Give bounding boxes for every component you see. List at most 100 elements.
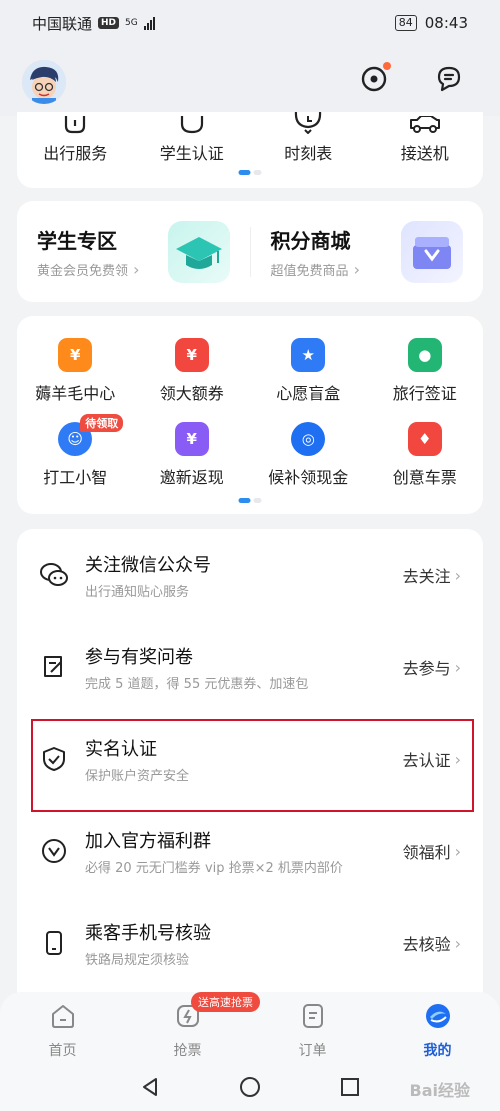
passport-icon: ● — [407, 338, 442, 372]
tab-orders[interactable]: 订单 — [250, 992, 375, 1062]
service-student-verify[interactable]: 学生认证 — [134, 112, 251, 164]
home-icon — [51, 1005, 74, 1028]
item-title: 乘客手机号核验 — [85, 922, 211, 944]
chevron-right-icon: › — [454, 565, 461, 585]
list-item-phone-verify[interactable]: 乘客手机号核验 铁路局规定须核验 去核验 › — [17, 897, 483, 989]
bottom-tab-bar: 首页 送高速抢票 抢票 订单 我的 — [0, 992, 500, 1062]
robot-icon: ☺ 待领取 — [58, 414, 124, 456]
promo-student-zone[interactable]: 学生专区 黄金会员免费领 › — [17, 201, 250, 302]
bag-icon — [65, 116, 86, 134]
benefit-label: 候补领现金 — [268, 468, 349, 487]
promo-card: 学生专区 黄金会员免费领 › 积分商城 超值免费商品 › — [17, 201, 483, 302]
survey-icon — [39, 652, 69, 682]
benefit-label: 打工小智 — [43, 468, 108, 487]
item-action[interactable]: 领福利 — [403, 839, 451, 863]
hd-indicator: HD — [98, 17, 120, 29]
benefit-item[interactable]: ¥ 薅羊毛中心 — [17, 338, 134, 404]
benefit-item[interactable]: ☺ 待领取 打工小智 — [17, 414, 134, 488]
graduation-icon — [180, 116, 203, 134]
item-subtitle: 出行通知贴心服务 — [85, 584, 190, 600]
train-icon: ◎ — [291, 422, 326, 456]
benefit-item[interactable]: ♦ 创意车票 — [367, 422, 484, 488]
notification-dot — [383, 62, 391, 70]
service-label: 接送机 — [400, 144, 449, 163]
service-label: 时刻表 — [284, 144, 333, 163]
benefit-item[interactable]: ● 旅行签证 — [367, 338, 484, 404]
item-subtitle: 铁路局规定须核验 — [85, 952, 190, 968]
scan-settings-icon[interactable] — [359, 62, 391, 94]
benefit-label: 领大额券 — [159, 384, 224, 403]
service-airport-transfer[interactable]: 接送机 — [367, 112, 484, 164]
benefit-label: 薅羊毛中心 — [35, 384, 116, 403]
clock-icon — [295, 112, 322, 134]
highlight-box — [31, 719, 474, 812]
service-shortcuts-card: 出行服务 学生认证 时刻表 接送机 — [17, 112, 483, 188]
benefit-item[interactable]: ¥ 邀新返现 — [134, 422, 251, 488]
item-action[interactable]: 去关注 — [403, 563, 451, 587]
benefit-label: 创意车票 — [392, 468, 457, 487]
benefit-label: 旅行签证 — [392, 384, 457, 403]
avatar[interactable] — [22, 60, 66, 104]
graduation-cap-image — [167, 220, 230, 283]
promo-title: 学生专区 — [37, 228, 117, 253]
promo-title: 积分商城 — [270, 228, 351, 253]
service-label: 学生认证 — [159, 144, 224, 163]
promo-subtitle: 超值免费商品 — [270, 263, 349, 279]
list-item-survey[interactable]: 参与有奖问卷完成 5 道题，得 55 元优惠券、加速包 去参与 › — [17, 621, 483, 713]
coupon-icon: ¥ — [174, 338, 209, 372]
tab-label: 抢票 — [173, 1043, 202, 1059]
network-type: 5G — [125, 17, 138, 28]
item-subtitle: 完成 5 道题，得 55 元优惠券、加速包 — [85, 676, 309, 692]
item-title: 关注微信公众号 — [85, 554, 211, 576]
home-button-icon[interactable] — [239, 1076, 261, 1098]
profile-header — [0, 46, 500, 116]
chevron-right-icon: › — [128, 259, 140, 279]
service-travel[interactable]: 出行服务 — [17, 112, 134, 164]
service-label: 出行服务 — [43, 144, 108, 163]
promo-points-mall[interactable]: 积分商城 超值免费商品 › — [251, 201, 484, 302]
item-title: 加入官方福利群 — [85, 830, 211, 852]
box-icon: ★ — [291, 338, 326, 372]
ticket-icon: ♦ — [407, 422, 442, 456]
tab-home[interactable]: 首页 — [0, 992, 125, 1062]
carrier-name: 中国联通 — [32, 14, 93, 33]
status-bar: 中国联通 HD 5G 84 08:43 — [0, 0, 500, 46]
tab-grab-ticket[interactable]: 送高速抢票 抢票 — [125, 992, 260, 1062]
list-item-welfare-group[interactable]: 加入官方福利群必得 20 元无门槛券 vip 抢票×2 机票内部价 领福利 › — [17, 805, 483, 897]
chevron-right-icon: › — [454, 657, 461, 677]
car-icon — [409, 116, 440, 133]
service-timetable[interactable]: 时刻表 — [250, 112, 367, 164]
pending-claim-badge: 待领取 — [80, 414, 124, 432]
list-item-wechat[interactable]: 关注微信公众号出行通知贴心服务 去关注 › — [17, 529, 483, 621]
item-title: 参与有奖问卷 — [85, 646, 193, 668]
clock-time: 08:43 — [424, 14, 468, 32]
benefit-label: 心愿盲盒 — [276, 384, 341, 403]
benefit-label: 邀新返现 — [159, 468, 224, 487]
invite-icon: ¥ — [174, 422, 209, 456]
order-icon — [302, 1004, 323, 1028]
benefit-item[interactable]: ¥ 领大额券 — [134, 338, 251, 404]
signal-icon — [143, 16, 155, 30]
benefit-item[interactable]: ◎ 候补领现金 — [250, 422, 367, 488]
chevron-right-icon: › — [454, 841, 461, 861]
battery-icon: 84 — [394, 15, 417, 31]
item-action[interactable]: 去核验 — [403, 931, 451, 955]
item-action[interactable]: 去参与 — [403, 655, 451, 679]
tab-label: 我的 — [423, 1043, 452, 1059]
recents-icon[interactable] — [339, 1076, 361, 1098]
wechat-icon — [39, 560, 69, 590]
message-icon[interactable] — [434, 64, 464, 94]
tab-label: 订单 — [298, 1043, 327, 1059]
benefit-item[interactable]: ★ 心愿盲盒 — [250, 338, 367, 404]
tab-label: 首页 — [48, 1043, 77, 1059]
promo-subtitle: 黄金会员免费领 — [37, 263, 129, 279]
item-subtitle: 必得 20 元无门槛券 vip 抢票×2 机票内部价 — [85, 860, 343, 876]
watermark: Bai经验 — [409, 1081, 470, 1100]
group-icon — [39, 836, 69, 866]
tab-profile[interactable]: 我的 — [375, 992, 500, 1062]
back-icon[interactable] — [139, 1076, 161, 1098]
yen-icon: ¥ — [58, 338, 93, 372]
gift-box-image — [401, 220, 463, 283]
phone-icon — [39, 928, 69, 958]
page-indicator — [238, 170, 262, 175]
